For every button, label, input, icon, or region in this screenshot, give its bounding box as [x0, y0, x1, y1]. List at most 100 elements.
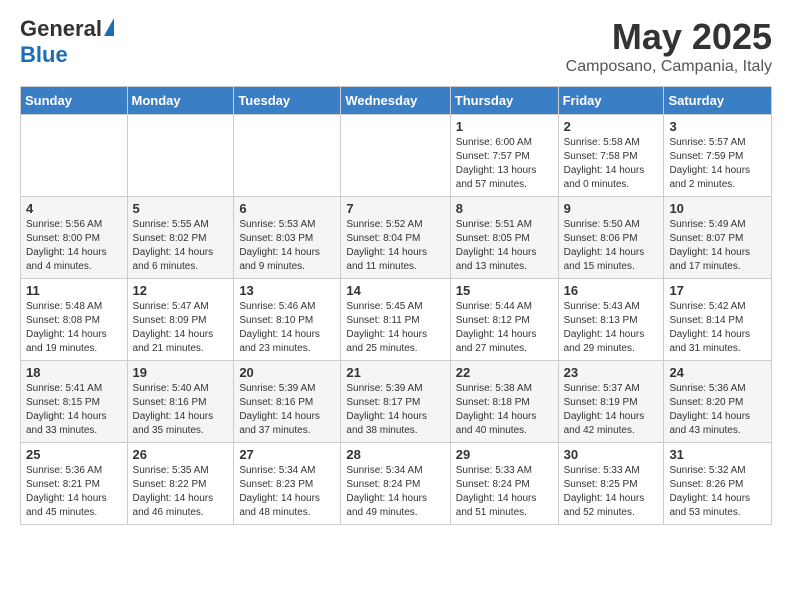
calendar-cell	[21, 115, 128, 197]
calendar-dow-tuesday: Tuesday	[234, 87, 341, 115]
header: General Blue May 2025 Camposano, Campani…	[20, 16, 772, 76]
day-info: Sunrise: 5:37 AMSunset: 8:19 PMDaylight:…	[564, 382, 659, 438]
day-info: Sunrise: 5:53 AMSunset: 8:03 PMDaylight:…	[239, 218, 335, 274]
day-info: Sunrise: 5:47 AMSunset: 8:09 PMDaylight:…	[133, 300, 229, 356]
title-location: Camposano, Campania, Italy	[566, 58, 772, 76]
day-number: 16	[564, 283, 659, 298]
day-number: 1	[456, 119, 553, 134]
calendar-cell: 19 Sunrise: 5:40 AMSunset: 8:16 PMDayligh…	[127, 361, 234, 443]
calendar-table: SundayMondayTuesdayWednesdayThursdayFrid…	[20, 86, 772, 525]
calendar-cell: 7 Sunrise: 5:52 AMSunset: 8:04 PMDaylight…	[341, 197, 450, 279]
day-number: 27	[239, 447, 335, 462]
day-info: Sunrise: 5:33 AMSunset: 8:25 PMDaylight:…	[564, 464, 659, 520]
day-info: Sunrise: 5:46 AMSunset: 8:10 PMDaylight:…	[239, 300, 335, 356]
calendar-dow-thursday: Thursday	[450, 87, 558, 115]
day-number: 2	[564, 119, 659, 134]
title-block: May 2025 Camposano, Campania, Italy	[566, 16, 772, 76]
day-info: Sunrise: 5:35 AMSunset: 8:22 PMDaylight:…	[133, 464, 229, 520]
calendar-cell: 9 Sunrise: 5:50 AMSunset: 8:06 PMDaylight…	[558, 197, 664, 279]
calendar-cell: 21Sunrise: 5:39 AMSunset: 8:17 PMDayligh…	[341, 361, 450, 443]
day-number: 15	[456, 283, 553, 298]
calendar-cell: 6 Sunrise: 5:53 AMSunset: 8:03 PMDaylight…	[234, 197, 341, 279]
calendar-cell: 13 Sunrise: 5:46 AMSunset: 8:10 PMDayligh…	[234, 279, 341, 361]
day-number: 19	[133, 365, 229, 380]
day-info: Sunrise: 6:00 AMSunset: 7:57 PMDaylight:…	[456, 136, 553, 192]
calendar-header-row: SundayMondayTuesdayWednesdayThursdayFrid…	[21, 87, 772, 115]
day-number: 17	[669, 283, 766, 298]
day-info: Sunrise: 5:36 AMSunset: 8:20 PMDaylight:…	[669, 382, 766, 438]
calendar-cell: 4Sunrise: 5:56 AMSunset: 8:00 PMDaylight…	[21, 197, 128, 279]
day-info: Sunrise: 5:39 AMSunset: 8:17 PMDaylight:…	[346, 382, 444, 438]
day-info: Sunrise: 5:45 AMSunset: 8:11 PMDaylight:…	[346, 300, 444, 356]
day-info: Sunrise: 5:43 AMSunset: 8:13 PMDaylight:…	[564, 300, 659, 356]
day-number: 23	[564, 365, 659, 380]
day-info: Sunrise: 5:34 AMSunset: 8:23 PMDaylight:…	[239, 464, 335, 520]
day-number: 14	[346, 283, 444, 298]
day-number: 28	[346, 447, 444, 462]
calendar-cell: 8 Sunrise: 5:51 AMSunset: 8:05 PMDaylight…	[450, 197, 558, 279]
day-info: Sunrise: 5:51 AMSunset: 8:05 PMDaylight:…	[456, 218, 553, 274]
page: General Blue May 2025 Camposano, Campani…	[0, 0, 792, 541]
calendar-cell	[127, 115, 234, 197]
logo: General Blue	[20, 16, 114, 68]
day-info: Sunrise: 5:57 AMSunset: 7:59 PMDaylight:…	[669, 136, 766, 192]
day-number: 22	[456, 365, 553, 380]
logo-blue-text: Blue	[20, 42, 68, 68]
calendar-cell: 2 Sunrise: 5:58 AMSunset: 7:58 PMDaylight…	[558, 115, 664, 197]
calendar-cell: 26 Sunrise: 5:35 AMSunset: 8:22 PMDayligh…	[127, 443, 234, 525]
calendar-cell: 10Sunrise: 5:49 AMSunset: 8:07 PMDayligh…	[664, 197, 772, 279]
calendar-cell: 22 Sunrise: 5:38 AMSunset: 8:18 PMDayligh…	[450, 361, 558, 443]
day-number: 4	[26, 201, 122, 216]
calendar-cell: 5 Sunrise: 5:55 AMSunset: 8:02 PMDaylight…	[127, 197, 234, 279]
day-info: Sunrise: 5:55 AMSunset: 8:02 PMDaylight:…	[133, 218, 229, 274]
calendar-week-row: 4Sunrise: 5:56 AMSunset: 8:00 PMDaylight…	[21, 197, 772, 279]
calendar-cell: 25Sunrise: 5:36 AMSunset: 8:21 PMDayligh…	[21, 443, 128, 525]
day-number: 5	[133, 201, 229, 216]
calendar-dow-wednesday: Wednesday	[341, 87, 450, 115]
day-info: Sunrise: 5:48 AMSunset: 8:08 PMDaylight:…	[26, 300, 122, 356]
day-number: 20	[239, 365, 335, 380]
day-info: Sunrise: 5:32 AMSunset: 8:26 PMDaylight:…	[669, 464, 766, 520]
day-info: Sunrise: 5:44 AMSunset: 8:12 PMDaylight:…	[456, 300, 553, 356]
calendar-week-row: 25Sunrise: 5:36 AMSunset: 8:21 PMDayligh…	[21, 443, 772, 525]
day-number: 7	[346, 201, 444, 216]
day-number: 10	[669, 201, 766, 216]
calendar-cell: 31Sunrise: 5:32 AMSunset: 8:26 PMDayligh…	[664, 443, 772, 525]
calendar-cell: 29Sunrise: 5:33 AMSunset: 8:24 PMDayligh…	[450, 443, 558, 525]
day-number: 9	[564, 201, 659, 216]
day-number: 13	[239, 283, 335, 298]
day-number: 18	[26, 365, 122, 380]
calendar-week-row: 18 Sunrise: 5:41 AMSunset: 8:15 PMDayligh…	[21, 361, 772, 443]
calendar-dow-saturday: Saturday	[664, 87, 772, 115]
day-info: Sunrise: 5:50 AMSunset: 8:06 PMDaylight:…	[564, 218, 659, 274]
calendar-week-row: 1 Sunrise: 6:00 AMSunset: 7:57 PMDaylight…	[21, 115, 772, 197]
calendar-cell: 30 Sunrise: 5:33 AMSunset: 8:25 PMDayligh…	[558, 443, 664, 525]
day-info: Sunrise: 5:33 AMSunset: 8:24 PMDaylight:…	[456, 464, 553, 520]
title-month: May 2025	[566, 16, 772, 58]
day-info: Sunrise: 5:52 AMSunset: 8:04 PMDaylight:…	[346, 218, 444, 274]
day-number: 26	[133, 447, 229, 462]
logo-triangle-icon	[104, 18, 114, 36]
calendar-cell: 17Sunrise: 5:42 AMSunset: 8:14 PMDayligh…	[664, 279, 772, 361]
logo-general-text: General	[20, 16, 102, 42]
calendar-cell: 24Sunrise: 5:36 AMSunset: 8:20 PMDayligh…	[664, 361, 772, 443]
day-info: Sunrise: 5:58 AMSunset: 7:58 PMDaylight:…	[564, 136, 659, 192]
calendar-cell: 14 Sunrise: 5:45 AMSunset: 8:11 PMDayligh…	[341, 279, 450, 361]
day-number: 6	[239, 201, 335, 216]
calendar-cell: 1 Sunrise: 6:00 AMSunset: 7:57 PMDaylight…	[450, 115, 558, 197]
calendar-cell: 27 Sunrise: 5:34 AMSunset: 8:23 PMDayligh…	[234, 443, 341, 525]
calendar-cell: 28Sunrise: 5:34 AMSunset: 8:24 PMDayligh…	[341, 443, 450, 525]
day-info: Sunrise: 5:40 AMSunset: 8:16 PMDaylight:…	[133, 382, 229, 438]
calendar-cell	[234, 115, 341, 197]
day-info: Sunrise: 5:38 AMSunset: 8:18 PMDaylight:…	[456, 382, 553, 438]
day-info: Sunrise: 5:36 AMSunset: 8:21 PMDaylight:…	[26, 464, 122, 520]
day-number: 12	[133, 283, 229, 298]
calendar-dow-monday: Monday	[127, 87, 234, 115]
calendar-cell: 15 Sunrise: 5:44 AMSunset: 8:12 PMDayligh…	[450, 279, 558, 361]
day-number: 8	[456, 201, 553, 216]
calendar-cell: 3Sunrise: 5:57 AMSunset: 7:59 PMDaylight…	[664, 115, 772, 197]
calendar-cell: 23 Sunrise: 5:37 AMSunset: 8:19 PMDayligh…	[558, 361, 664, 443]
day-info: Sunrise: 5:41 AMSunset: 8:15 PMDaylight:…	[26, 382, 122, 438]
day-number: 30	[564, 447, 659, 462]
calendar-cell: 20Sunrise: 5:39 AMSunset: 8:16 PMDayligh…	[234, 361, 341, 443]
